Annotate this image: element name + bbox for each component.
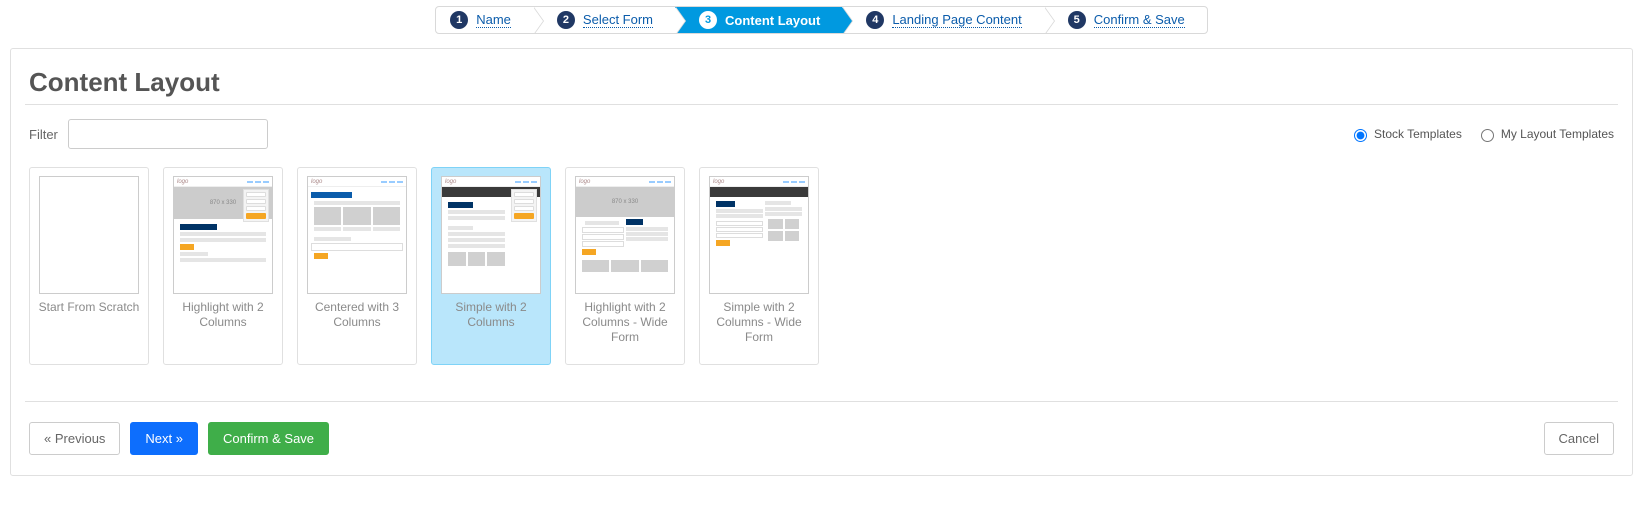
filter-label: Filter [29,127,58,142]
template-caption: Centered with 3 Columns [306,300,408,330]
radio-stock-label: Stock Templates [1374,127,1462,141]
radio-stock-templates-input[interactable] [1354,129,1367,142]
wizard-step-confirm-save[interactable]: 5 Confirm & Save [1044,7,1207,33]
step-number: 2 [557,11,575,29]
template-card-highlight-2-columns-wide-form[interactable]: logo 870 x 330 [565,167,685,365]
next-button[interactable]: Next » [130,422,198,455]
template-thumbnail: logo [441,176,541,294]
template-grid: Start From Scratch logo 870 x 330 Highli… [25,163,1618,395]
step-number: 1 [450,11,468,29]
template-thumbnail: logo 870 x 330 [173,176,273,294]
previous-button[interactable]: « Previous [29,422,120,455]
step-label: Content Layout [725,13,820,28]
template-caption: Highlight with 2 Columns [172,300,274,330]
wizard-steps: 1 Name 2 Select Form 3 Content Layout 4 … [435,6,1208,34]
cancel-button[interactable]: Cancel [1544,422,1614,455]
template-thumbnail: logo [307,176,407,294]
step-number: 4 [866,11,884,29]
divider [25,104,1618,105]
template-card-simple-2-columns-wide-form[interactable]: logo [699,167,819,365]
step-label[interactable]: Confirm & Save [1094,12,1185,28]
wizard-step-landing-page-content[interactable]: 4 Landing Page Content [842,7,1043,33]
template-card-highlight-2-columns[interactable]: logo 870 x 330 Highlight with 2 Columns [163,167,283,365]
radio-stock-templates[interactable]: Stock Templates [1349,126,1462,142]
step-label[interactable]: Select Form [583,12,653,28]
template-thumbnail [39,176,139,294]
wizard-step-content-layout[interactable]: 3 Content Layout [675,7,842,33]
template-thumbnail: logo 870 x 330 [575,176,675,294]
content-layout-panel: Content Layout Filter Stock Templates My… [10,48,1633,476]
template-thumbnail: logo [709,176,809,294]
step-number: 3 [699,11,717,29]
step-label[interactable]: Name [476,12,511,28]
radio-mine-label: My Layout Templates [1501,127,1614,141]
wizard-step-select-form[interactable]: 2 Select Form [533,7,675,33]
confirm-save-button[interactable]: Confirm & Save [208,422,329,455]
step-number: 5 [1068,11,1086,29]
template-card-simple-2-columns[interactable]: logo Simple with 2 Columns [431,167,551,365]
template-caption: Simple with 2 Columns - Wide Form [708,300,810,345]
template-card-start-from-scratch[interactable]: Start From Scratch [29,167,149,365]
wizard-step-name[interactable]: 1 Name [436,7,533,33]
radio-my-layout-templates[interactable]: My Layout Templates [1476,126,1614,142]
template-caption: Highlight with 2 Columns - Wide Form [574,300,676,345]
radio-my-layout-templates-input[interactable] [1481,129,1494,142]
template-caption: Simple with 2 Columns [440,300,542,330]
page-title: Content Layout [29,67,1618,98]
divider [25,401,1618,402]
template-caption: Start From Scratch [39,300,140,315]
template-card-centered-3-columns[interactable]: logo Centered with 3 Columns [297,167,417,365]
step-label[interactable]: Landing Page Content [892,12,1021,28]
filter-input[interactable] [68,119,268,149]
